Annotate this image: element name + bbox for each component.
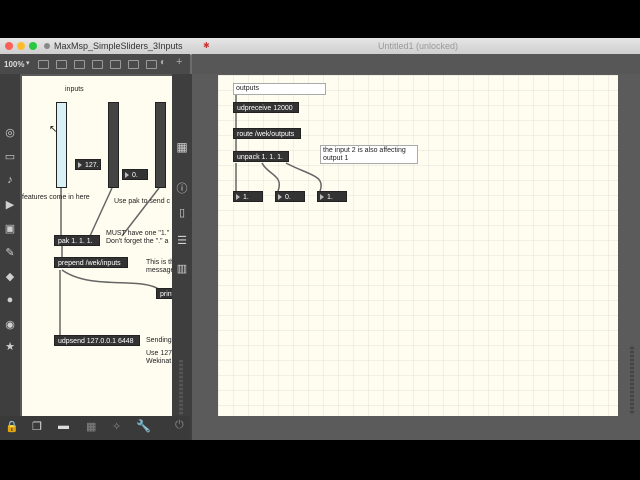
output-number-1[interactable]: 1. xyxy=(233,191,263,202)
console-icon[interactable]: ▭ xyxy=(0,150,20,163)
snippets-icon[interactable]: ● xyxy=(0,294,20,306)
use-pak-comment: Use pak to send c xyxy=(114,198,171,205)
patch-cords-right xyxy=(235,95,322,192)
this-is-comment-2: message na xyxy=(146,267,172,274)
power-icon[interactable]: ⏻ xyxy=(175,419,184,432)
input-slider-3[interactable] xyxy=(155,102,166,188)
grid-icon[interactable]: ▦ xyxy=(172,140,192,154)
right-patcher-canvas[interactable]: outputs udpreceive 12000 route /wek/outp… xyxy=(218,75,618,416)
package-icon[interactable]: ◉ xyxy=(0,318,20,331)
target-icon[interactable]: ◎ xyxy=(0,126,20,139)
left-window-title: MaxMsp_SimpleSliders_3Inputs xyxy=(54,41,183,51)
presentation-icon[interactable]: ❐ xyxy=(32,420,42,433)
print-object[interactable]: print xyxy=(156,288,172,299)
wrench-icon[interactable]: 🔧 xyxy=(136,419,151,433)
sending-comment: Sending xyxy=(146,337,172,344)
screen-bottom-margin xyxy=(0,440,640,480)
image-icon[interactable]: ▣ xyxy=(0,222,20,235)
this-is-comment-1: This is the O xyxy=(146,259,172,266)
note-comment-line-2: output 1 xyxy=(323,155,349,162)
output-number-3[interactable]: 1. xyxy=(317,191,347,202)
left-sidebar: ◎ ▭ ♪ ▶ ▣ ✎ ◆ ● ◉ ★ xyxy=(0,74,20,440)
layers-icon[interactable]: ▥ xyxy=(172,262,192,275)
share-icon[interactable]: ◆ xyxy=(0,270,20,283)
udpreceive-object[interactable]: udpreceive 12000 xyxy=(233,102,299,113)
music-note-icon[interactable]: ♪ xyxy=(0,174,20,186)
zoom-level[interactable]: 100% xyxy=(4,60,24,69)
chevron-down-icon[interactable]: ▾ xyxy=(26,59,30,67)
zoom-window-button[interactable] xyxy=(29,42,37,50)
use127-comment: Use 127 xyxy=(146,350,172,357)
input-slider-2[interactable] xyxy=(108,102,119,188)
must-comment-2: Don't forget the "." a xyxy=(106,238,169,245)
comment-box-icon[interactable] xyxy=(74,60,85,69)
left-bottom-toolbar: 🔒 ❐ ▬ ▦ ✧ 🔧 ⏻ xyxy=(0,416,190,440)
must-comment-1: MUST have one "1." xyxy=(106,230,170,237)
mouse-cursor-icon: ↖ xyxy=(49,124,58,135)
prepend-object[interactable]: prepend /wek/inputs xyxy=(54,257,128,268)
object-box-icon[interactable] xyxy=(38,60,49,69)
level-meter-right xyxy=(630,345,634,415)
left-patcher-canvas[interactable]: inputs 127. 0. features come in here Use… xyxy=(22,76,172,418)
right-toolbar xyxy=(192,54,640,74)
grid-toggle-icon[interactable]: ▦ xyxy=(86,420,96,433)
right-window-title: Untitled1 (unlocked) xyxy=(378,41,459,51)
pak-object[interactable]: pak 1. 1. 1. xyxy=(54,235,100,246)
slider-object-icon[interactable] xyxy=(146,60,157,69)
tab-close-icon[interactable]: ✱ xyxy=(203,41,210,50)
book-icon[interactable]: ▯ xyxy=(172,206,192,219)
star-icon[interactable]: ★ xyxy=(0,340,20,353)
note-comment-line-1: the input 2 is also affecting xyxy=(323,147,406,154)
video-icon[interactable]: ▶ xyxy=(0,198,20,211)
outputs-message-box[interactable]: outputs xyxy=(233,83,326,95)
toggle-object-icon[interactable] xyxy=(110,60,121,69)
title-bar: MaxMsp_SimpleSliders_3Inputs ✱ Untitled1… xyxy=(0,38,640,55)
patch-cords xyxy=(59,187,161,338)
list-icon[interactable]: ☰ xyxy=(172,234,192,247)
minimize-window-button[interactable] xyxy=(17,42,25,50)
message-box-icon[interactable] xyxy=(56,60,67,69)
wekinator-comment: Wekinat xyxy=(146,358,172,365)
unpack-object[interactable]: unpack 1. 1. 1. xyxy=(233,151,289,162)
add-object-icon[interactable]: + xyxy=(176,56,182,68)
align-icon[interactable]: ✧ xyxy=(112,420,121,433)
note-comment: the input 2 is also affecting output 1 xyxy=(320,145,418,164)
screen-top-margin xyxy=(0,0,640,38)
features-comment: features come in here xyxy=(22,194,90,201)
level-meter xyxy=(179,360,183,415)
info-icon[interactable]: ⓘ xyxy=(172,180,192,196)
close-window-button[interactable] xyxy=(5,42,13,50)
udpsend-object[interactable]: udpsend 127.0.0.1 6448 xyxy=(54,335,140,346)
inputs-label: inputs xyxy=(65,86,84,93)
dial-icon[interactable]: ◐ xyxy=(160,57,166,68)
number-box-1[interactable]: 127. xyxy=(75,159,101,170)
paperclip-icon[interactable]: ✎ xyxy=(0,246,20,259)
input-slider-1[interactable] xyxy=(56,102,67,188)
button-object-icon[interactable] xyxy=(92,60,103,69)
number-box-2[interactable]: 0. xyxy=(122,169,148,180)
number-object-icon[interactable] xyxy=(128,60,139,69)
route-object[interactable]: route /wek/outputs xyxy=(233,128,301,139)
lock-icon[interactable]: 🔒 xyxy=(5,420,19,433)
document-icon xyxy=(44,43,50,49)
output-number-2[interactable]: 0. xyxy=(275,191,305,202)
comment-icon[interactable]: ▬ xyxy=(58,420,69,432)
